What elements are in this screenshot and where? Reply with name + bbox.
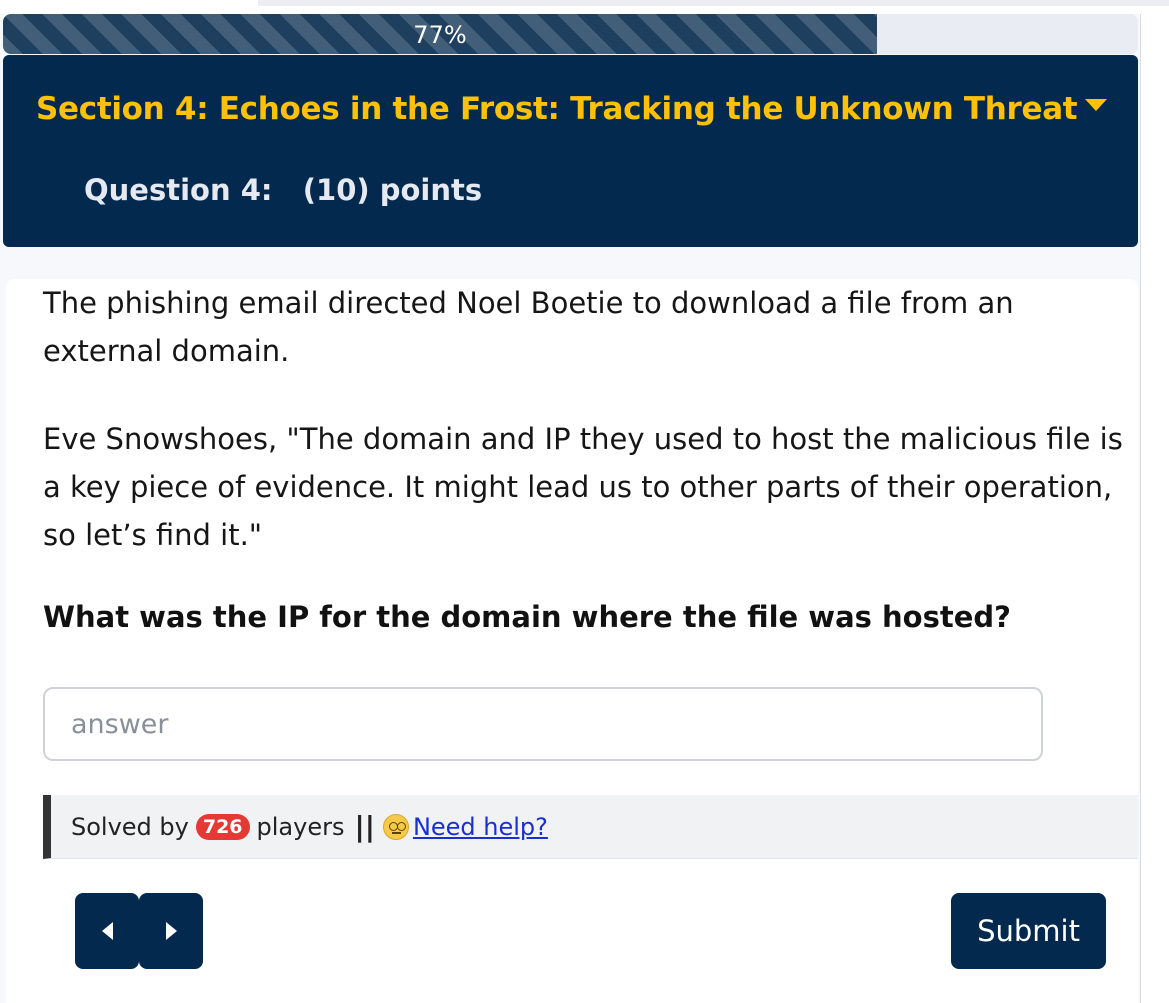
dizzy-face-icon <box>382 813 409 840</box>
progress-label: 77% <box>413 21 467 49</box>
solved-prefix: Solved by <box>71 812 189 841</box>
progress-bar: 77% <box>3 14 1138 54</box>
caret-right-icon <box>165 922 177 940</box>
scrollbar-edge <box>1140 14 1141 1003</box>
answer-input[interactable] <box>43 687 1043 761</box>
previous-question-button[interactable] <box>75 893 139 969</box>
submit-button[interactable]: Submit <box>951 893 1106 969</box>
question-card: The phishing email directed Noel Boetie … <box>6 279 1138 1003</box>
separator: || <box>354 810 375 843</box>
question-header: Section 4: Echoes in the Frost: Tracking… <box>3 55 1138 247</box>
caret-down-icon <box>1085 99 1108 111</box>
solved-info: Solved by 726 players || Need help? <box>43 795 1138 859</box>
question-prompt: What was the IP for the domain where the… <box>43 600 1011 634</box>
question-paragraph-2: Eve Snowshoes, "The domain and IP they u… <box>43 422 1123 552</box>
question-title: Question 4: (10) points <box>84 173 483 207</box>
question-paragraph-1: The phishing email directed Noel Boetie … <box>43 286 1014 368</box>
section-title: Section 4: Echoes in the Frost: Tracking… <box>36 91 1078 127</box>
solved-suffix: players <box>256 812 345 841</box>
need-help-link[interactable]: Need help? <box>413 813 548 841</box>
caret-left-icon <box>101 922 113 940</box>
browser-top-strip <box>258 0 1169 6</box>
section-dropdown[interactable]: Section 4: Echoes in the Frost: Tracking… <box>36 91 1108 127</box>
next-question-button[interactable] <box>139 893 203 969</box>
solved-count-badge: 726 <box>195 813 250 840</box>
